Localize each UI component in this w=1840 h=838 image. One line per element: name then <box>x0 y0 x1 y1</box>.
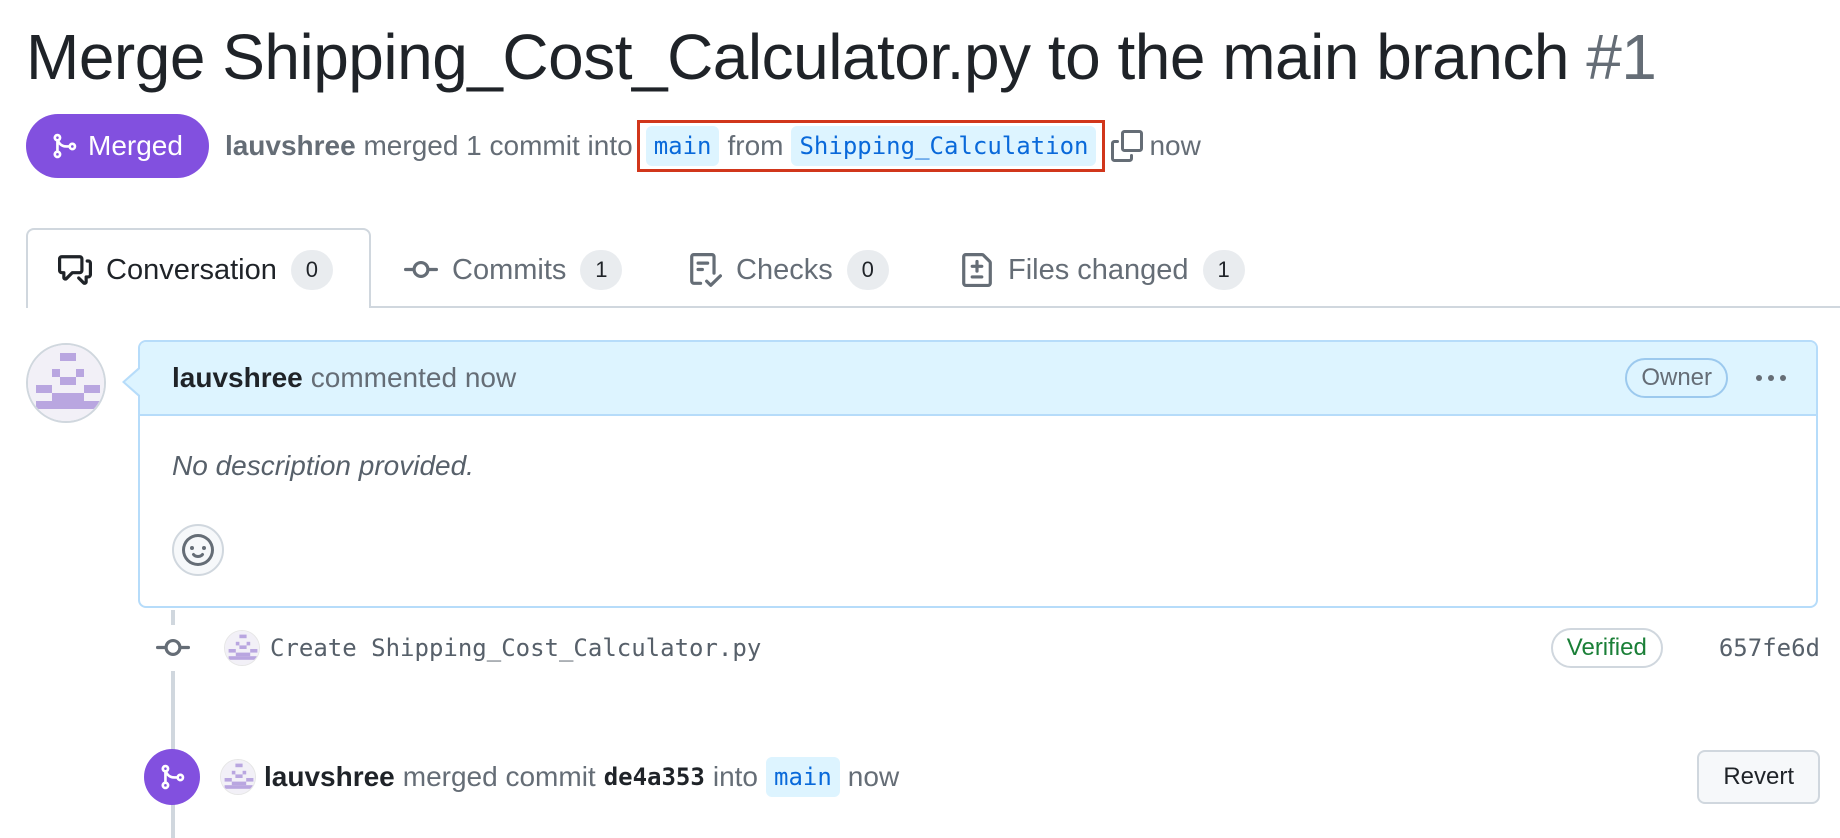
tab-files-changed-count: 1 <box>1202 250 1245 290</box>
merge-time: now <box>1149 130 1201 161</box>
identicon-avatar-image <box>221 760 255 794</box>
comment-author-link[interactable]: lauvshree <box>172 362 303 394</box>
comment-arrow <box>122 366 141 398</box>
tab-conversation-label: Conversation <box>106 253 277 286</box>
merge-summary: lauvshree merged 1 commit into main from… <box>225 120 1201 172</box>
comment-header: lauvshree commented now Owner <box>122 342 1816 416</box>
verified-badge[interactable]: Verified <box>1550 628 1663 668</box>
add-reaction-button[interactable] <box>172 524 224 576</box>
tab-conversation[interactable]: Conversation 0 <box>58 248 333 292</box>
avatar[interactable] <box>220 759 256 795</box>
merged-status-badge: Merged <box>26 114 209 178</box>
owner-badge: Owner <box>1625 358 1728 398</box>
merged-status-label: Merged <box>88 130 183 161</box>
into-text: into <box>712 761 758 792</box>
merge-event-action: merged commit <box>402 761 596 792</box>
from-text: from <box>727 130 784 161</box>
commit-row: Create Shipping_Cost_Calculator.py Verif… <box>150 620 1820 676</box>
git-merge-icon <box>53 133 77 159</box>
commit-node <box>150 625 196 671</box>
comment-action-text: commented now <box>310 362 517 393</box>
pr-number: #1 <box>1586 21 1657 93</box>
head-branch-link[interactable]: Shipping_Calculation <box>791 126 1097 166</box>
merge-event-time: now <box>847 761 900 792</box>
page-title: Merge Shipping_Cost_Calculator.py to the… <box>26 20 1657 94</box>
tab-files-changed-label: Files changed <box>1008 253 1189 286</box>
merge-target-branch-link[interactable]: main <box>766 757 840 797</box>
tab-conversation-count: 0 <box>290 250 333 290</box>
tab-files-changed[interactable]: Files changed 1 <box>960 248 1245 292</box>
avatar[interactable] <box>26 343 106 423</box>
comment-body: No description provided. <box>172 450 474 481</box>
copy-icon[interactable] <box>1111 130 1144 162</box>
tab-commits[interactable]: Commits 1 <box>404 248 623 292</box>
base-branch-link[interactable]: main <box>645 126 720 166</box>
tab-checks-label: Checks <box>736 253 833 286</box>
comment-box: lauvshree commented now Owner No descrip… <box>122 340 1818 608</box>
merge-node <box>144 749 200 805</box>
checklist-icon <box>690 253 722 287</box>
git-commit-icon <box>156 638 190 656</box>
pr-meta: Merged lauvshree merged 1 commit into ma… <box>26 114 1201 178</box>
tab-checks-count: 0 <box>846 250 889 290</box>
tab-commits-count: 1 <box>580 250 623 290</box>
revert-button[interactable]: Revert <box>1697 750 1820 804</box>
avatar[interactable] <box>224 630 260 666</box>
smiley-icon <box>182 534 214 566</box>
git-merge-icon <box>161 764 185 790</box>
commit-message-link[interactable]: Create Shipping_Cost_Calculator.py <box>270 634 761 662</box>
comment-discussion-icon <box>58 255 92 285</box>
pr-author-link[interactable]: lauvshree <box>225 130 356 162</box>
merge-action-text: merged 1 commit into <box>363 130 633 161</box>
tab-commits-label: Commits <box>452 253 567 286</box>
merge-event-row: lauvshree merged commit de4a353 into mai… <box>144 748 1820 806</box>
kebab-menu-icon[interactable] <box>1756 375 1786 381</box>
branch-highlight-box: main from Shipping_Calculation <box>636 120 1106 172</box>
pr-title: Merge Shipping_Cost_Calculator.py to the… <box>26 21 1569 93</box>
merge-event-text: lauvshree merged commit de4a353 into mai… <box>220 757 899 797</box>
commit-sha-link[interactable]: 657fe6d <box>1719 634 1820 662</box>
identicon-avatar-image <box>28 345 104 421</box>
commit-message: Create Shipping_Cost_Calculator.py <box>224 630 761 666</box>
file-diff-icon <box>962 253 992 287</box>
tab-checks[interactable]: Checks 0 <box>688 248 889 292</box>
merge-author-link[interactable]: lauvshree <box>264 761 395 793</box>
identicon-avatar-image <box>225 631 259 665</box>
merge-commit-sha-link[interactable]: de4a353 <box>604 763 705 791</box>
git-commit-icon <box>404 260 438 278</box>
